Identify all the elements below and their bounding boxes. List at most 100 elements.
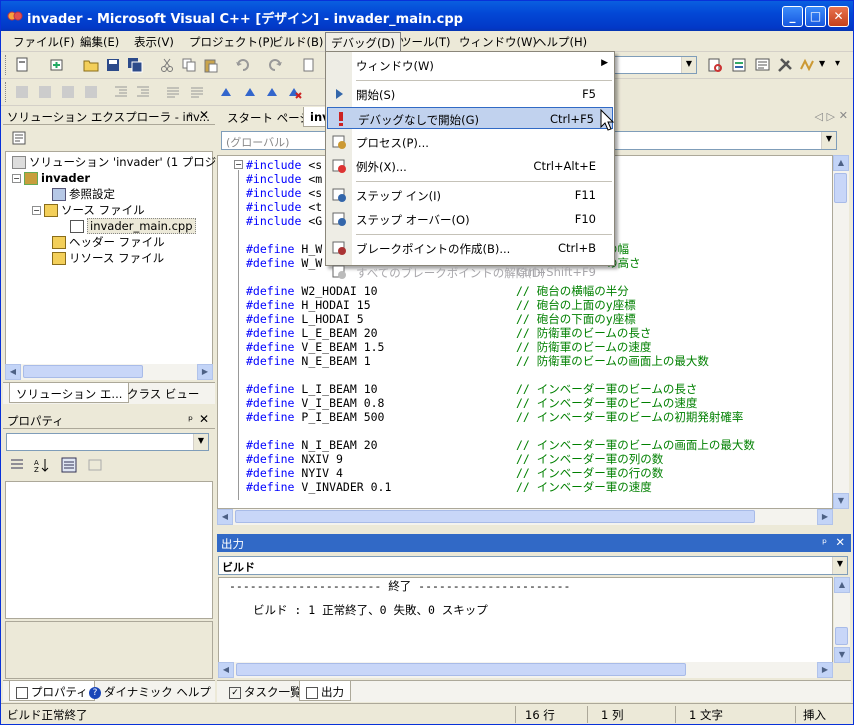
- scroll-thumb[interactable]: [23, 365, 143, 378]
- menu-edit[interactable]: 編集(E): [80, 34, 119, 50]
- tree-item-main-cpp[interactable]: invader_main.cpp: [70, 218, 196, 234]
- comment-out-icon[interactable]: [165, 84, 181, 100]
- save-all-icon[interactable]: [127, 57, 143, 73]
- solution-explorer-icon[interactable]: [731, 57, 747, 73]
- menu-help[interactable]: ヘルプ(H): [535, 34, 587, 50]
- solution-explorer-titlebar[interactable]: ソリューション エクスプローラ - inv... ᵖ ✕: [3, 107, 215, 125]
- close-icon[interactable]: ✕: [199, 412, 209, 426]
- next-bookmark-icon[interactable]: [265, 84, 281, 100]
- code-line[interactable]: #define L_HODAI 5 // 砲台の下面のy座標: [246, 312, 636, 326]
- debug-menu-item[interactable]: デバッグなしで開始(G) Ctrl+F5: [327, 107, 613, 129]
- output-titlebar[interactable]: 出力 ᵖ ✕: [217, 534, 851, 552]
- code-line[interactable]: #define W2_HODAI 10 // 砲台の横幅の半分: [246, 284, 629, 298]
- title-bar[interactable]: invader - Microsoft Visual C++ [デザイン] - …: [1, 1, 853, 31]
- chevron-down-icon[interactable]: ▼: [193, 434, 208, 450]
- menu-view[interactable]: 表示(V): [134, 34, 174, 50]
- scroll-up-icon[interactable]: ▲: [834, 577, 850, 593]
- collapse-region-icon[interactable]: −: [234, 160, 243, 169]
- tab-task-list[interactable]: ✓ タスク一覧: [223, 681, 308, 701]
- collapse-icon[interactable]: −: [12, 174, 21, 183]
- tab-output[interactable]: 出力: [299, 681, 351, 701]
- code-line[interactable]: [246, 424, 391, 438]
- debug-menu-item[interactable]: ブレークポイントの作成(B)... Ctrl+B: [326, 237, 614, 259]
- toolbar-grip[interactable]: [5, 82, 8, 102]
- scroll-left-icon[interactable]: ◀: [218, 662, 234, 678]
- debug-menu-item[interactable]: すべてのブレークポイントの解除(D) Ctrl+Shift+F9: [326, 261, 614, 283]
- editor-hscrollbar[interactable]: ◀ ▶: [217, 509, 833, 525]
- output-hscrollbar[interactable]: ◀ ▶: [218, 662, 833, 678]
- tab-class-view[interactable]: クラス ビュー: [121, 383, 205, 403]
- toolbar-dropdown-chevron-icon[interactable]: ▼: [819, 59, 825, 68]
- scroll-right-icon[interactable]: ▶: [817, 509, 833, 525]
- editor-vscrollbar[interactable]: ▲ ▼: [833, 155, 849, 509]
- class-view-icon[interactable]: [799, 57, 815, 73]
- properties-object-combo[interactable]: ▼: [6, 433, 209, 451]
- scroll-right-icon[interactable]: ▶: [817, 662, 833, 678]
- tree-item-header-files[interactable]: ヘッダー ファイル: [52, 234, 165, 250]
- navigate-icon[interactable]: [301, 57, 317, 73]
- scroll-thumb[interactable]: [834, 173, 847, 203]
- find-in-files-icon[interactable]: [707, 57, 723, 73]
- cut-icon[interactable]: [159, 57, 175, 73]
- minimize-button[interactable]: _: [782, 6, 803, 27]
- clear-bookmarks-icon[interactable]: [287, 84, 303, 100]
- chevron-down-icon[interactable]: ▼: [681, 57, 696, 73]
- tab-scroll-left-icon[interactable]: ◁: [815, 110, 823, 123]
- code-line[interactable]: #define P_I_BEAM 500 // インベーダー軍のビームの初期発射確…: [246, 410, 743, 424]
- new-project-icon[interactable]: [14, 57, 30, 73]
- toolbar-grip[interactable]: [5, 55, 8, 75]
- code-line[interactable]: #define H_HODAI 15 // 砲台の上面のy座標: [246, 298, 636, 312]
- properties-view-icon[interactable]: [61, 457, 77, 473]
- code-line[interactable]: #define L_I_BEAM 10 // インベーダー軍のビームの長さ: [246, 382, 697, 396]
- scroll-right-icon[interactable]: ▶: [197, 364, 213, 380]
- tree-item-source-files[interactable]: − ソース ファイル: [32, 202, 145, 218]
- tab-solution-explorer[interactable]: ソリューション エ...: [9, 383, 130, 403]
- add-item-icon[interactable]: [49, 57, 65, 73]
- collapse-icon[interactable]: −: [32, 206, 41, 215]
- menu-build[interactable]: ビルド(B): [272, 34, 323, 50]
- properties-icon[interactable]: [755, 57, 771, 73]
- pin-icon[interactable]: ᵖ: [188, 413, 193, 427]
- scroll-left-icon[interactable]: ◀: [5, 364, 21, 380]
- alphabetical-sort-icon[interactable]: AZ: [33, 457, 49, 473]
- code-line[interactable]: #define V_E_BEAM 1.5 // 防衛軍のビームの速度: [246, 340, 651, 354]
- scroll-up-icon[interactable]: ▲: [833, 155, 849, 171]
- code-line[interactable]: #define NXIV 9 // インベーダー軍の列の数: [246, 452, 663, 466]
- output-vscrollbar[interactable]: ▲ ▼: [834, 577, 850, 663]
- display-parameter-info-icon[interactable]: [37, 84, 53, 100]
- scroll-down-icon[interactable]: ▼: [833, 493, 849, 509]
- display-object-members-icon[interactable]: [14, 84, 30, 100]
- uncomment-icon[interactable]: [189, 84, 205, 100]
- tree-item-project[interactable]: − invader: [12, 170, 90, 186]
- code-line[interactable]: #define NYIV 4 // インベーダー軍の行の数: [246, 466, 663, 480]
- code-line[interactable]: #define N_E_BEAM 1 // 防衛軍のビームの画面上の最大数: [246, 354, 709, 368]
- debug-menu-item[interactable]: プロセス(P)...: [326, 131, 614, 153]
- pin-icon[interactable]: ᵖ: [188, 109, 193, 123]
- output-text[interactable]: ---------------------- 終了 --------------…: [218, 577, 833, 663]
- save-icon[interactable]: [105, 57, 121, 73]
- copy-icon[interactable]: [181, 57, 197, 73]
- toolbox-icon[interactable]: [777, 57, 793, 73]
- scroll-thumb[interactable]: [235, 510, 755, 523]
- toolbar-overflow-icon[interactable]: ▾: [835, 58, 840, 69]
- debug-menu-item[interactable]: ステップ イン(I) F11: [326, 184, 614, 206]
- debug-menu-item[interactable]: ステップ オーバー(O) F10: [326, 208, 614, 230]
- close-document-icon[interactable]: ✕: [839, 109, 848, 122]
- close-icon[interactable]: ✕: [835, 535, 845, 549]
- code-line[interactable]: #define N_I_BEAM 20 // インベーダー軍のビームの画面上の最大…: [246, 438, 755, 452]
- code-line[interactable]: #define V_INVADER 0.1 // インベーダー軍の速度: [246, 480, 652, 494]
- quick-info-icon[interactable]: [60, 84, 76, 100]
- menu-file[interactable]: ファイル(F): [13, 34, 75, 50]
- scroll-thumb[interactable]: [236, 663, 686, 676]
- decrease-indent-icon[interactable]: [113, 84, 129, 100]
- tab-properties[interactable]: プロパティ: [9, 681, 95, 701]
- open-folder-icon[interactable]: [83, 57, 99, 73]
- output-source-combo[interactable]: ビルド ▼: [218, 556, 848, 575]
- tree-item-resource-files[interactable]: リソース ファイル: [52, 250, 164, 266]
- close-icon[interactable]: ✕: [199, 108, 209, 122]
- menu-project[interactable]: プロジェクト(P): [189, 34, 274, 50]
- properties-icon[interactable]: [11, 130, 27, 146]
- tree-item-references[interactable]: 参照設定: [52, 186, 115, 202]
- debug-menu-item[interactable]: 例外(X)... Ctrl+Alt+E: [326, 155, 614, 177]
- close-button[interactable]: ✕: [828, 6, 849, 27]
